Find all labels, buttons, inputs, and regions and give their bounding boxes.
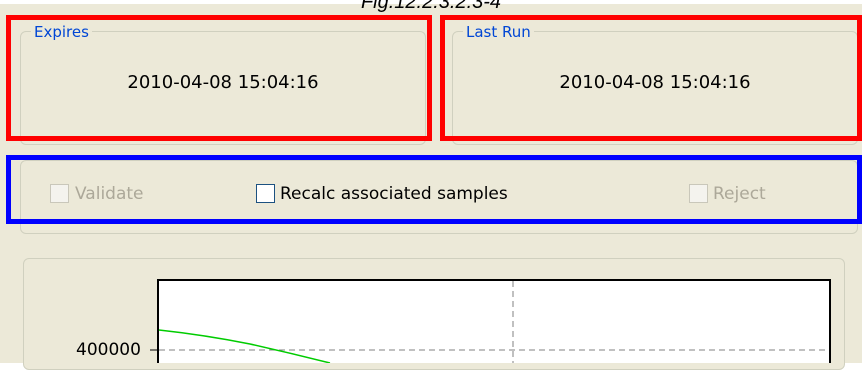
actions-highlight [6,155,862,224]
expires-highlight [6,15,432,141]
figure-caption: Fig.12.2.3.2.3-4 [360,0,502,13]
last-run-highlight [440,15,862,141]
y-tick-label: 400000 [76,340,141,360]
plot-area [157,279,831,363]
